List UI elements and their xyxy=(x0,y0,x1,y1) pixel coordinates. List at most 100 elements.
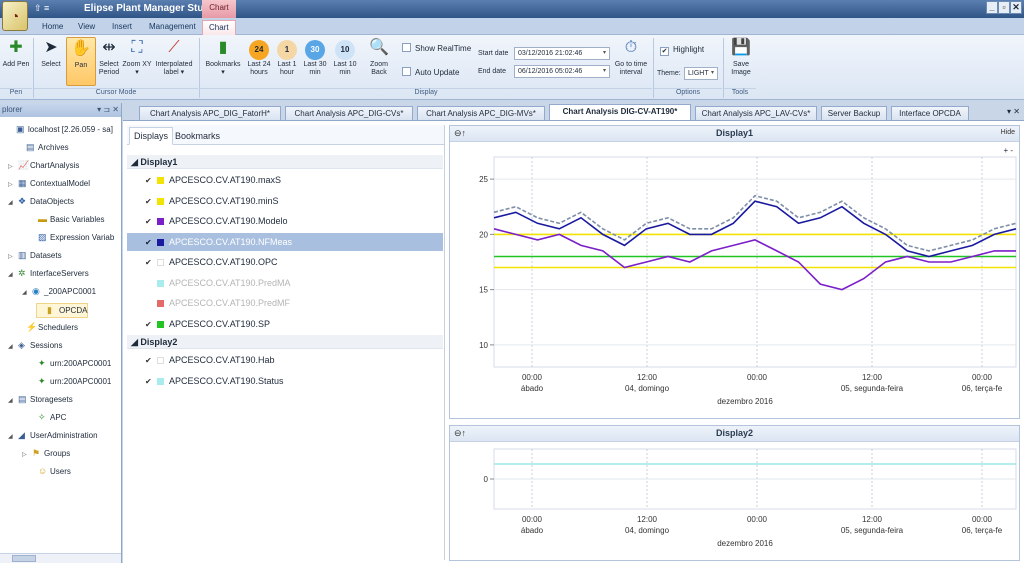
model-icon: ▦ xyxy=(18,178,27,188)
pen-row[interactable]: ✔ APCESCO.CV.AT190.NFMeas xyxy=(127,232,443,252)
doc-tab-lav-cvs[interactable]: Chart Analysis APC_LAV-CVs* xyxy=(695,106,817,120)
display-group-header[interactable]: ◢ Display1 xyxy=(127,155,443,169)
pen-checkbox[interactable]: ✔ xyxy=(145,172,155,190)
tree-item[interactable]: ▷ ⚑ Groups xyxy=(22,447,70,461)
show-realtime-checkbox[interactable]: Show RealTime xyxy=(402,43,471,53)
tree-item[interactable]: ◢ ◢ UserAdministration xyxy=(8,429,98,443)
add-pen-button[interactable]: ✚ Add Pen xyxy=(2,37,30,69)
last-10-min-button[interactable]: 10 Last 10 min xyxy=(330,37,360,77)
pen-checkbox[interactable]: ✔ xyxy=(145,213,155,231)
tree-item[interactable]: ☺ Users xyxy=(28,465,71,478)
close-button[interactable]: ✕ xyxy=(1010,1,1022,14)
go-to-time-interval-button[interactable]: ⏱ Go to time interval xyxy=(612,37,650,77)
doc-tab-dig-cvs[interactable]: Chart Analysis APC_DIG-CVs* xyxy=(285,106,413,120)
collapse-arrow-icon[interactable]: ◢ xyxy=(8,269,18,281)
pen-checkbox[interactable]: ✔ xyxy=(145,373,155,391)
bookmarks-button[interactable]: ▮ Bookmarks ▾ xyxy=(204,37,242,77)
last-1-hour-button[interactable]: 1 Last 1 hour xyxy=(272,37,302,77)
tree-item[interactable]: ◢ ◉ _200APC0001 xyxy=(22,285,96,299)
pen-row[interactable]: ✔ APCESCO.CV.AT190.minS xyxy=(127,192,443,210)
interpolated-label-button[interactable]: ⟋ Interpolated label ▾ xyxy=(154,37,194,77)
tree-item[interactable]: ✧ APC xyxy=(28,411,66,424)
tree-item[interactable]: ◢ ▤ Storagesets xyxy=(8,393,73,407)
tree-item[interactable]: ▷ ▥ Datasets xyxy=(8,249,62,263)
last-30-min-button[interactable]: 30 Last 30 min xyxy=(300,37,330,77)
tree-item[interactable]: ▤ Archives xyxy=(16,141,69,154)
tree-item[interactable]: ▣ localhost [2.26.059 - sa] xyxy=(6,123,113,136)
expand-arrow-icon[interactable]: ▷ xyxy=(8,251,18,263)
tree-item[interactable]: ▨ Expression Variab xyxy=(28,231,114,244)
tab-view[interactable]: View xyxy=(72,20,101,35)
tab-chart[interactable]: Chart xyxy=(202,20,236,35)
pen-color-swatch xyxy=(157,259,164,266)
pen-row[interactable]: ✔ APCESCO.CV.AT190.Hab xyxy=(127,351,443,369)
end-date-picker[interactable]: 06/12/2016 05:02:46 ▾ xyxy=(514,65,610,78)
period-icon: ⇹ xyxy=(102,39,116,56)
collapse-arrow-icon[interactable]: ◢ xyxy=(8,431,18,443)
tree-item[interactable]: ✦ urn:200APC0001 xyxy=(28,375,111,388)
restore-button[interactable]: ▫ xyxy=(998,1,1010,14)
tab-displays[interactable]: Displays xyxy=(129,127,174,145)
start-date-picker[interactable]: 03/12/2016 21:02:46 ▾ xyxy=(514,47,610,60)
tree-item[interactable]: ▮ OPCDA xyxy=(36,303,89,318)
pen-checkbox[interactable]: ✔ xyxy=(145,254,155,272)
auto-update-checkbox[interactable]: Auto Update xyxy=(402,67,459,77)
zoom-back-button[interactable]: 🔍 Zoom Back xyxy=(364,37,394,77)
scrollbar-thumb[interactable] xyxy=(12,555,36,562)
pen-row[interactable]: ✔ APCESCO.CV.AT190.Status xyxy=(127,372,443,390)
pen-row[interactable]: ✔ APCESCO.CV.AT190.Modelo xyxy=(127,212,443,230)
chart-analysis-content: Displays Bookmarks ◢ Display1 ✔ APCESCO.CV… xyxy=(123,120,1024,563)
display1-chart[interactable]: 00:00 ábado 12:00 04, domingo 00:00 12:00 05, … xyxy=(450,143,1019,419)
tree-item[interactable]: ▷ ▦ ContextualModel xyxy=(8,177,90,191)
pen-row[interactable]: APCESCO.CV.AT190.PredMF xyxy=(127,294,443,312)
pen-row[interactable]: ✔ APCESCO.CV.AT190.OPC xyxy=(127,253,443,271)
tree-item[interactable]: ◢ ✲ InterfaceServers xyxy=(8,267,89,281)
display-group-header[interactable]: ◢ Display2 xyxy=(127,335,443,349)
expand-arrow-icon[interactable]: ▷ xyxy=(22,449,32,461)
pen-checkbox[interactable]: ✔ xyxy=(145,316,155,334)
tree-item[interactable]: ▷ 📈ChartAnalysis xyxy=(8,159,79,173)
tree-item[interactable]: ▬ Basic Variables xyxy=(28,213,105,226)
doc-tab-server-backup[interactable]: Server Backup xyxy=(821,106,887,120)
minimize-button[interactable]: _ xyxy=(986,1,998,14)
expand-arrow-icon[interactable]: ▷ xyxy=(8,161,18,173)
tree-item[interactable]: ⚡Schedulers xyxy=(16,321,78,334)
tree-item[interactable]: ✦ urn:200APC0001 xyxy=(28,357,111,370)
hide-button[interactable]: Hide xyxy=(1001,129,1015,136)
tree-item[interactable]: ◢ ❖ DataObjects xyxy=(8,195,74,209)
pen-checkbox[interactable]: ✔ xyxy=(145,193,155,211)
highlight-checkbox[interactable]: ✔ Highlight xyxy=(660,45,704,56)
collapse-arrow-icon[interactable]: ◢ xyxy=(22,287,32,299)
pen-row[interactable]: ✔ APCESCO.CV.AT190.SP xyxy=(127,315,443,333)
collapse-arrow-icon[interactable]: ◢ xyxy=(8,197,18,209)
explorer-scrollbar[interactable] xyxy=(0,553,121,563)
theme-select[interactable]: LIGHT ▾ xyxy=(684,67,718,80)
doc-tab-fatorh[interactable]: Chart Analysis APC_DIG_FatorH* xyxy=(139,106,281,120)
last-24-hours-button[interactable]: 24 Last 24 hours xyxy=(244,37,274,77)
tab-insert[interactable]: Insert xyxy=(106,20,138,35)
expand-arrow-icon[interactable]: ▷ xyxy=(8,179,18,191)
tab-management[interactable]: Management xyxy=(143,20,202,35)
display2-chart[interactable]: 00:00 ábado 12:00 04, domingo 00:00 12:00 05, … xyxy=(450,443,1019,561)
doc-tab-dig-cv-at190[interactable]: Chart Analysis DIG-CV-AT190* xyxy=(549,104,691,120)
tree-item[interactable]: ◢ ◈ Sessions xyxy=(8,339,62,353)
pen-checkbox[interactable]: ✔ xyxy=(145,234,155,252)
explorer-window-controls[interactable]: ▾ ⊐ ✕ xyxy=(97,103,119,116)
pen-row[interactable]: APCESCO.CV.AT190.PredMA xyxy=(127,274,443,292)
collapse-arrow-icon[interactable]: ◢ xyxy=(8,341,18,353)
select-button[interactable]: ➤ Select xyxy=(36,37,66,69)
tab-list-controls[interactable]: ▾ ✕ xyxy=(1007,107,1020,116)
doc-tab-interface-opcda[interactable]: Interface OPCDA xyxy=(891,106,969,120)
pen-row[interactable]: ✔ APCESCO.CV.AT190.maxS xyxy=(127,171,443,189)
select-period-button[interactable]: ⇹ Select Period xyxy=(94,37,124,77)
zoom-xy-button[interactable]: ⛶ Zoom XY ▾ xyxy=(122,37,152,77)
pen-checkbox[interactable]: ✔ xyxy=(145,352,155,370)
tab-home[interactable]: Home xyxy=(36,20,69,35)
pan-button[interactable]: ✋ Pan xyxy=(66,37,96,86)
app-logo-icon[interactable]: ◔ xyxy=(2,1,28,31)
tab-bookmarks[interactable]: Bookmarks xyxy=(175,131,220,141)
save-image-button[interactable]: 💾 Save Image xyxy=(726,37,756,77)
doc-tab-dig-mvs[interactable]: Chart Analysis APC_DIG-MVs* xyxy=(417,106,545,120)
collapse-arrow-icon[interactable]: ◢ xyxy=(8,395,18,407)
quick-access-toolbar[interactable]: ⇧ ≡ xyxy=(34,3,49,14)
